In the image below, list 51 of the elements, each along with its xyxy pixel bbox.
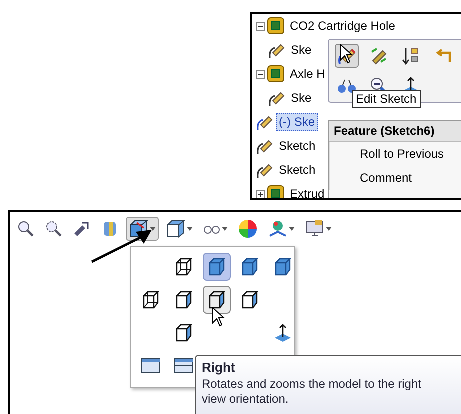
color-ball-icon [238,219,258,239]
previous-view-icon [73,220,91,238]
pointer-cursor-icon [212,307,226,327]
feature-icon [267,65,285,83]
cube-icon [166,219,186,239]
zoom-fit-icon [17,220,35,238]
tree-item-label[interactable]: Sketch [276,137,319,155]
tree-item-label[interactable]: Extrud [287,185,328,198]
pencil-icon [369,46,389,66]
cube-icon [174,323,194,343]
reorder-icon [401,46,421,66]
tree-item-label[interactable]: (-) Ske [276,113,318,131]
tooltip: Edit Sketch [352,90,421,108]
collapse-icon[interactable] [256,70,265,78]
caret-icon [289,227,295,231]
cube-icon [174,257,194,277]
cube-icon [207,290,227,310]
cube-icon [207,257,227,277]
expand-icon[interactable] [256,190,265,198]
plane-arrow-icon [273,323,293,343]
view-option[interactable] [203,286,231,314]
collapse-icon[interactable] [256,22,265,30]
caret-icon [326,227,332,231]
caret-icon [222,227,228,231]
cube-icon [273,257,293,277]
cube-icon [174,290,194,310]
caret-icon [187,227,193,231]
menu-title: Feature (Sketch6) [329,121,461,142]
tooltip-text: Rotates and zooms the model to the right view orientation. [202,377,422,407]
tree-item-label[interactable]: Sketch [276,161,319,179]
two-view-icon [174,358,194,374]
single-view-icon [141,358,161,374]
scene-icon [268,219,288,239]
cube-icon [240,290,260,310]
cube-icon [240,257,260,277]
tree-item-label[interactable]: Ske [288,41,315,59]
menu-item[interactable]: Roll to Previous [329,142,461,166]
tooltip-title: Right [202,360,236,375]
menu-item[interactable]: Comment [329,166,461,190]
pointer-cursor-icon [340,44,354,64]
monitor-icon [305,219,325,239]
pointer-arrow [90,228,154,264]
feature-icon [267,185,285,198]
section-view-icon [101,220,119,238]
zoom-area-icon [45,220,63,238]
tree-item-label[interactable]: CO2 Cartridge Hole [287,17,398,35]
cube-icon [141,290,161,310]
caret-icon [150,227,156,231]
feature-icon [267,17,285,35]
tree-item-label[interactable]: Axle H [287,65,328,83]
tree-item-label[interactable]: Ske [288,89,315,107]
